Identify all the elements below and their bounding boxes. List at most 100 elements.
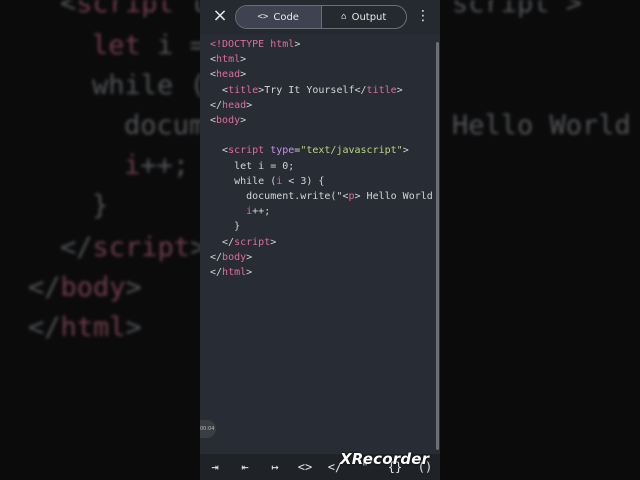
indent-key-button[interactable]: ↦: [260, 460, 290, 474]
background-code-line: </body>: [28, 272, 142, 303]
background-code-token: ++;: [140, 150, 190, 181]
tab-code-label: Code: [273, 11, 299, 23]
code-token: body: [222, 251, 247, 263]
code-token: <: [210, 84, 229, 96]
background-code-line: </script>: [60, 232, 206, 263]
code-line: while (i < 3) {: [210, 176, 324, 188]
code-token: "text/javascript": [300, 145, 403, 157]
background-code-token: i =: [140, 30, 206, 61]
background-code-token: </: [28, 312, 61, 343]
background-code-token: script: [92, 232, 191, 263]
code-token: </: [210, 99, 223, 111]
background-code-token: </: [60, 232, 93, 263]
background-code-line: while (: [92, 70, 206, 101]
background-code-line: <script t: [60, 0, 206, 19]
code-token: html: [216, 54, 241, 66]
code-token: title: [366, 84, 397, 96]
background-code-token: docum: [124, 110, 206, 141]
background-code-line: i++;: [124, 150, 189, 181]
background-code-token: }: [92, 190, 109, 221]
code-token: document.write("<: [210, 191, 349, 202]
code-token: ++;: [252, 206, 271, 218]
code-token: >: [246, 251, 253, 263]
code-line: }: [210, 221, 240, 233]
code-token: script: [228, 145, 265, 157]
code-token: </: [210, 267, 223, 278]
code-token: while (: [210, 175, 277, 187]
code-token: >: [396, 84, 403, 96]
code-token: }: [210, 221, 241, 233]
tab-output-label: Output: [351, 11, 387, 23]
code-token: html: [222, 267, 247, 278]
output-icon: ⌂: [341, 12, 347, 22]
code-token: < 3) {: [282, 175, 325, 187]
code-token: >: [402, 145, 409, 157]
code-line: <title>Try It Yourself</title>: [210, 85, 403, 97]
code-token: body: [216, 115, 241, 126]
code-token: >: [240, 115, 247, 126]
code-token: >: [246, 267, 253, 278]
code-token: > Hello World: [354, 191, 433, 202]
code-line: </head>: [210, 100, 252, 112]
code-token: >: [240, 69, 247, 81]
background-code-token: html: [60, 312, 126, 343]
top-toolbar: × <> Code ⌂ Output ⋮: [200, 0, 440, 34]
code-token: type: [264, 145, 295, 157]
background-code-token: let: [92, 30, 141, 61]
close-icon[interactable]: ×: [210, 6, 230, 26]
background-code-line: }: [92, 190, 108, 221]
code-token: >: [240, 54, 247, 66]
code-token: </: [210, 236, 235, 248]
code-line: <script type="text/javascript">: [210, 145, 409, 157]
code-line: </script>: [210, 237, 276, 249]
code-line: <!DOCTYPE html>: [210, 39, 300, 51]
editor-scrollbar[interactable]: [436, 42, 439, 450]
code-token: <!DOCTYPE: [210, 39, 271, 50]
background-code-line-right: script">: [452, 0, 583, 19]
background-code-line: </html>: [28, 312, 142, 343]
code-token: html: [270, 39, 295, 50]
background-code-token: >: [125, 272, 142, 303]
code-icon: <>: [257, 12, 269, 22]
recorder-watermark: XRecorder: [340, 450, 430, 468]
code-token: title: [228, 84, 259, 96]
background-code-line: let i =: [92, 30, 206, 61]
code-line: </html>: [210, 267, 252, 279]
background-code-token: script: [76, 0, 174, 19]
code-token: head: [222, 99, 247, 111]
code-token: <: [210, 145, 229, 157]
code-token: head: [216, 69, 241, 81]
code-editor[interactable]: <!DOCTYPE html> <html> <head> <title>Try I…: [200, 34, 436, 454]
shift-tab-key-button[interactable]: ⇤: [230, 460, 260, 474]
code-token: let i = 0;: [210, 160, 295, 172]
code-line: document.write("<p> Hello World: [210, 191, 433, 203]
code-line: <head>: [210, 69, 246, 81]
tab-key-button[interactable]: ⇥: [200, 460, 230, 474]
background-code-line-right: Hello World: [452, 110, 631, 141]
code-token: >: [270, 236, 277, 248]
code-token: >Try It Yourself</: [258, 84, 367, 96]
code-line: <body>: [210, 115, 246, 127]
background-code-token: body: [60, 272, 126, 303]
background-code-token: </: [28, 272, 61, 303]
tab-output[interactable]: ⌂ Output: [320, 6, 407, 28]
background-code-line: docum: [124, 110, 205, 141]
code-token: >: [246, 99, 253, 111]
code-line: let i = 0;: [210, 161, 294, 173]
angle-brackets-key-button[interactable]: <>: [290, 460, 320, 474]
background-code-token: while (: [92, 70, 206, 101]
more-options-icon[interactable]: ⋮: [416, 7, 430, 25]
view-toggle: <> Code ⌂ Output: [235, 5, 407, 29]
background-code-token: i: [124, 150, 141, 181]
code-token: script: [234, 236, 271, 248]
tab-code[interactable]: <> Code: [236, 6, 321, 28]
background-code-token: <: [60, 0, 77, 19]
code-line: i++;: [210, 206, 270, 218]
code-line: <html>: [210, 54, 246, 66]
code-line: </body>: [210, 252, 252, 264]
background-code-token: >: [125, 312, 142, 343]
code-token: >: [294, 39, 301, 50]
code-editor-app: × <> Code ⌂ Output ⋮ <!DOCTYPE html> <htm…: [200, 0, 440, 480]
code-token: </: [210, 251, 223, 263]
